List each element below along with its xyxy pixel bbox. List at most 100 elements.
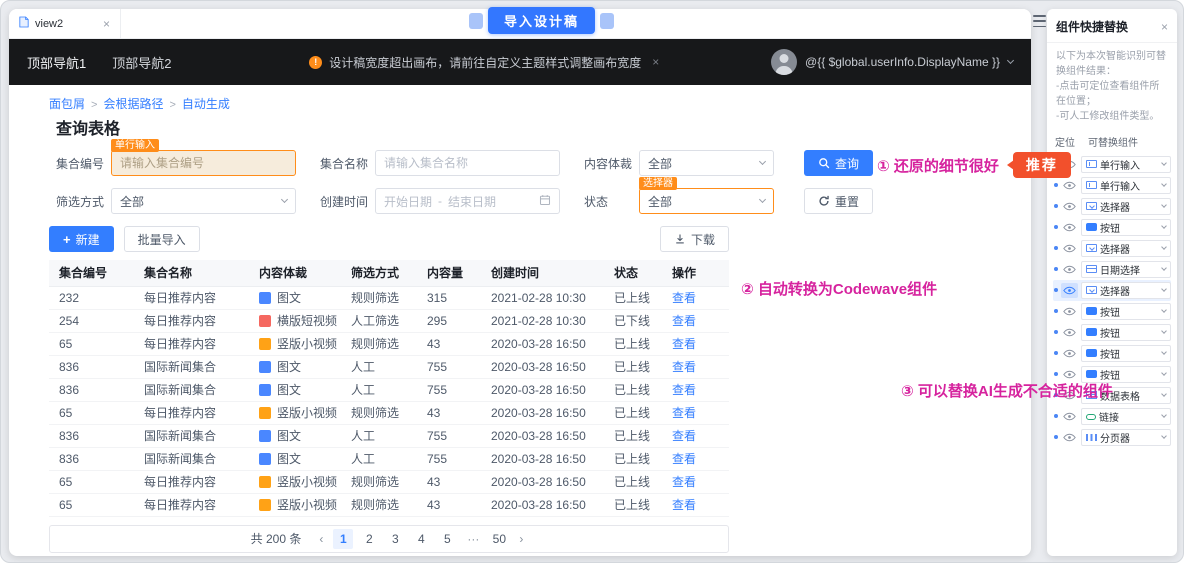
- component-type-select[interactable]: 选择器: [1081, 281, 1171, 299]
- breadcrumb-item-2[interactable]: 会根据路径: [103, 97, 163, 111]
- table-row: 836 国际新闻集合 图文 人工 755 2020-03-28 16:50 已上线 查看: [49, 447, 729, 471]
- tab-view2[interactable]: view2 ×: [9, 9, 121, 38]
- status-select[interactable]: 全部: [639, 188, 774, 214]
- table-row: 836 国际新闻集合 图文 人工 755 2020-03-28 16:50 已上线 查看: [49, 378, 729, 402]
- component-type-select[interactable]: 日期选择: [1081, 260, 1171, 278]
- collection-name-input[interactable]: [375, 150, 560, 176]
- component-type-select[interactable]: 单行输入: [1081, 155, 1171, 173]
- genre-select[interactable]: 全部: [639, 150, 774, 176]
- collection-id-input[interactable]: [111, 150, 296, 176]
- search-button[interactable]: 查询: [804, 150, 874, 176]
- panel-description-line: 以下为本次智能识别可替换组件结果：: [1056, 51, 1166, 77]
- date-icon: [1086, 265, 1097, 273]
- batch-import-label: 批量导入: [137, 232, 186, 247]
- page-number[interactable]: 2: [359, 529, 379, 549]
- page-number[interactable]: 3: [385, 529, 405, 549]
- cell-status: 已上线: [604, 401, 662, 425]
- replaceable-component-item: 按钮: [1053, 301, 1171, 322]
- filter-method-select[interactable]: 全部: [111, 188, 296, 214]
- page-number[interactable]: 4: [411, 529, 431, 549]
- locate-eye-icon[interactable]: [1061, 409, 1078, 424]
- date-range-picker[interactable]: 开始日期 - 结束日期: [375, 188, 560, 214]
- cell-amount: 755: [417, 378, 481, 402]
- warning-close-icon[interactable]: ×: [652, 55, 659, 69]
- data-table: 集合编号 集合名称 内容体裁 筛选方式 内容量 创建时间 状态 操作 232 每日…: [49, 260, 729, 517]
- page-number[interactable]: 5: [437, 529, 457, 549]
- view-link[interactable]: 查看: [672, 429, 696, 443]
- new-button[interactable]: + 新建: [49, 226, 114, 252]
- collection-name-label: 集合名称: [320, 156, 369, 171]
- component-replace-panel: 组件快捷替换 × 以下为本次智能识别可替换组件结果： -点击可定位查看组件所在位…: [1047, 9, 1177, 556]
- view-link[interactable]: 查看: [672, 360, 696, 374]
- locate-eye-icon[interactable]: [1061, 220, 1078, 235]
- locate-eye-icon[interactable]: [1061, 262, 1078, 277]
- locate-eye-icon[interactable]: [1061, 346, 1078, 361]
- tab-close-icon[interactable]: ×: [103, 17, 110, 31]
- component-type-select[interactable]: 单行输入: [1081, 176, 1171, 194]
- view-link[interactable]: 查看: [672, 291, 696, 305]
- view-link[interactable]: 查看: [672, 406, 696, 420]
- user-menu[interactable]: @{{ $global.userInfo.DisplayName }}: [771, 49, 1015, 75]
- locate-eye-icon[interactable]: [1061, 178, 1078, 193]
- user-display-name: @{{ $global.userInfo.DisplayName }}: [805, 55, 1000, 69]
- chevron-down-icon: [1161, 286, 1167, 292]
- component-type-label: 选择器: [1100, 286, 1130, 298]
- nav-item-1[interactable]: 顶部导航1: [27, 53, 86, 72]
- replaceable-component-item: 日期选择: [1053, 259, 1171, 280]
- cell-genre: 竖版小视频: [249, 493, 341, 517]
- view-link[interactable]: 查看: [672, 452, 696, 466]
- replaceable-component-item: 选择器: [1053, 279, 1171, 301]
- view-link[interactable]: 查看: [672, 475, 696, 489]
- chevron-down-icon: [1161, 433, 1167, 439]
- header-locate: 定位: [1055, 137, 1075, 149]
- user-avatar-icon: [771, 49, 798, 75]
- component-highlight-tag: 选择器: [639, 177, 677, 190]
- component-type-select[interactable]: 按钮: [1081, 323, 1171, 341]
- breadcrumb-item-1[interactable]: 面包屑: [49, 97, 85, 111]
- table-row: 254 每日推荐内容 横版短视频 人工筛选 295 2021-02-28 10:30 已下线…: [49, 309, 729, 333]
- component-type-select[interactable]: 按钮: [1081, 218, 1171, 236]
- component-type-select[interactable]: 按钮: [1081, 344, 1171, 362]
- panel-close-icon[interactable]: ×: [1161, 20, 1168, 34]
- replaceable-component-item: 按钮: [1053, 343, 1171, 364]
- chevron-down-icon: [1006, 56, 1015, 65]
- locate-eye-icon[interactable]: [1061, 241, 1078, 256]
- genre-icon: [259, 384, 271, 396]
- locate-eye-icon[interactable]: [1061, 304, 1078, 319]
- genre-icon: [259, 453, 271, 465]
- locate-eye-icon[interactable]: [1061, 199, 1078, 214]
- batch-import-button[interactable]: 批量导入: [123, 226, 200, 252]
- view-link[interactable]: 查看: [672, 498, 696, 512]
- filter-method-select-value: 全部: [120, 194, 145, 209]
- cell-genre: 竖版小视频: [249, 332, 341, 356]
- breadcrumb-separator: >: [169, 99, 176, 111]
- next-page-arrow[interactable]: ›: [515, 532, 527, 546]
- component-type-select[interactable]: 选择器: [1081, 197, 1171, 215]
- prev-page-arrow[interactable]: ‹: [315, 532, 327, 546]
- locate-eye-icon[interactable]: [1061, 430, 1078, 445]
- component-type-select[interactable]: 按钮: [1081, 302, 1171, 320]
- locate-eye-icon[interactable]: [1061, 325, 1078, 340]
- locate-eye-icon[interactable]: [1061, 282, 1078, 298]
- menu-icon[interactable]: [1033, 15, 1046, 27]
- component-type-select[interactable]: 选择器: [1081, 239, 1171, 257]
- download-button[interactable]: 下载: [659, 226, 729, 252]
- component-type-select[interactable]: 分页器: [1081, 428, 1171, 446]
- page-number[interactable]: 1: [333, 528, 354, 549]
- view-link[interactable]: 查看: [672, 337, 696, 351]
- component-type-label: 选择器: [1100, 244, 1130, 256]
- view-link[interactable]: 查看: [672, 383, 696, 397]
- cell-genre: 图文: [249, 355, 341, 379]
- chevron-down-icon: [1161, 244, 1167, 250]
- tab-title: view2: [35, 17, 64, 30]
- reset-button[interactable]: 重置: [804, 188, 874, 214]
- cell-genre: 图文: [249, 447, 341, 471]
- chevron-down-icon: [1161, 202, 1167, 208]
- component-type-select[interactable]: 链接: [1081, 407, 1171, 425]
- view-link[interactable]: 查看: [672, 314, 696, 328]
- nav-item-2[interactable]: 顶部导航2: [112, 53, 171, 72]
- breadcrumb-item-3[interactable]: 自动生成: [182, 97, 230, 111]
- button-icon: [1086, 328, 1097, 336]
- page-number[interactable]: 50: [489, 529, 509, 549]
- cell-amount: 43: [417, 332, 481, 356]
